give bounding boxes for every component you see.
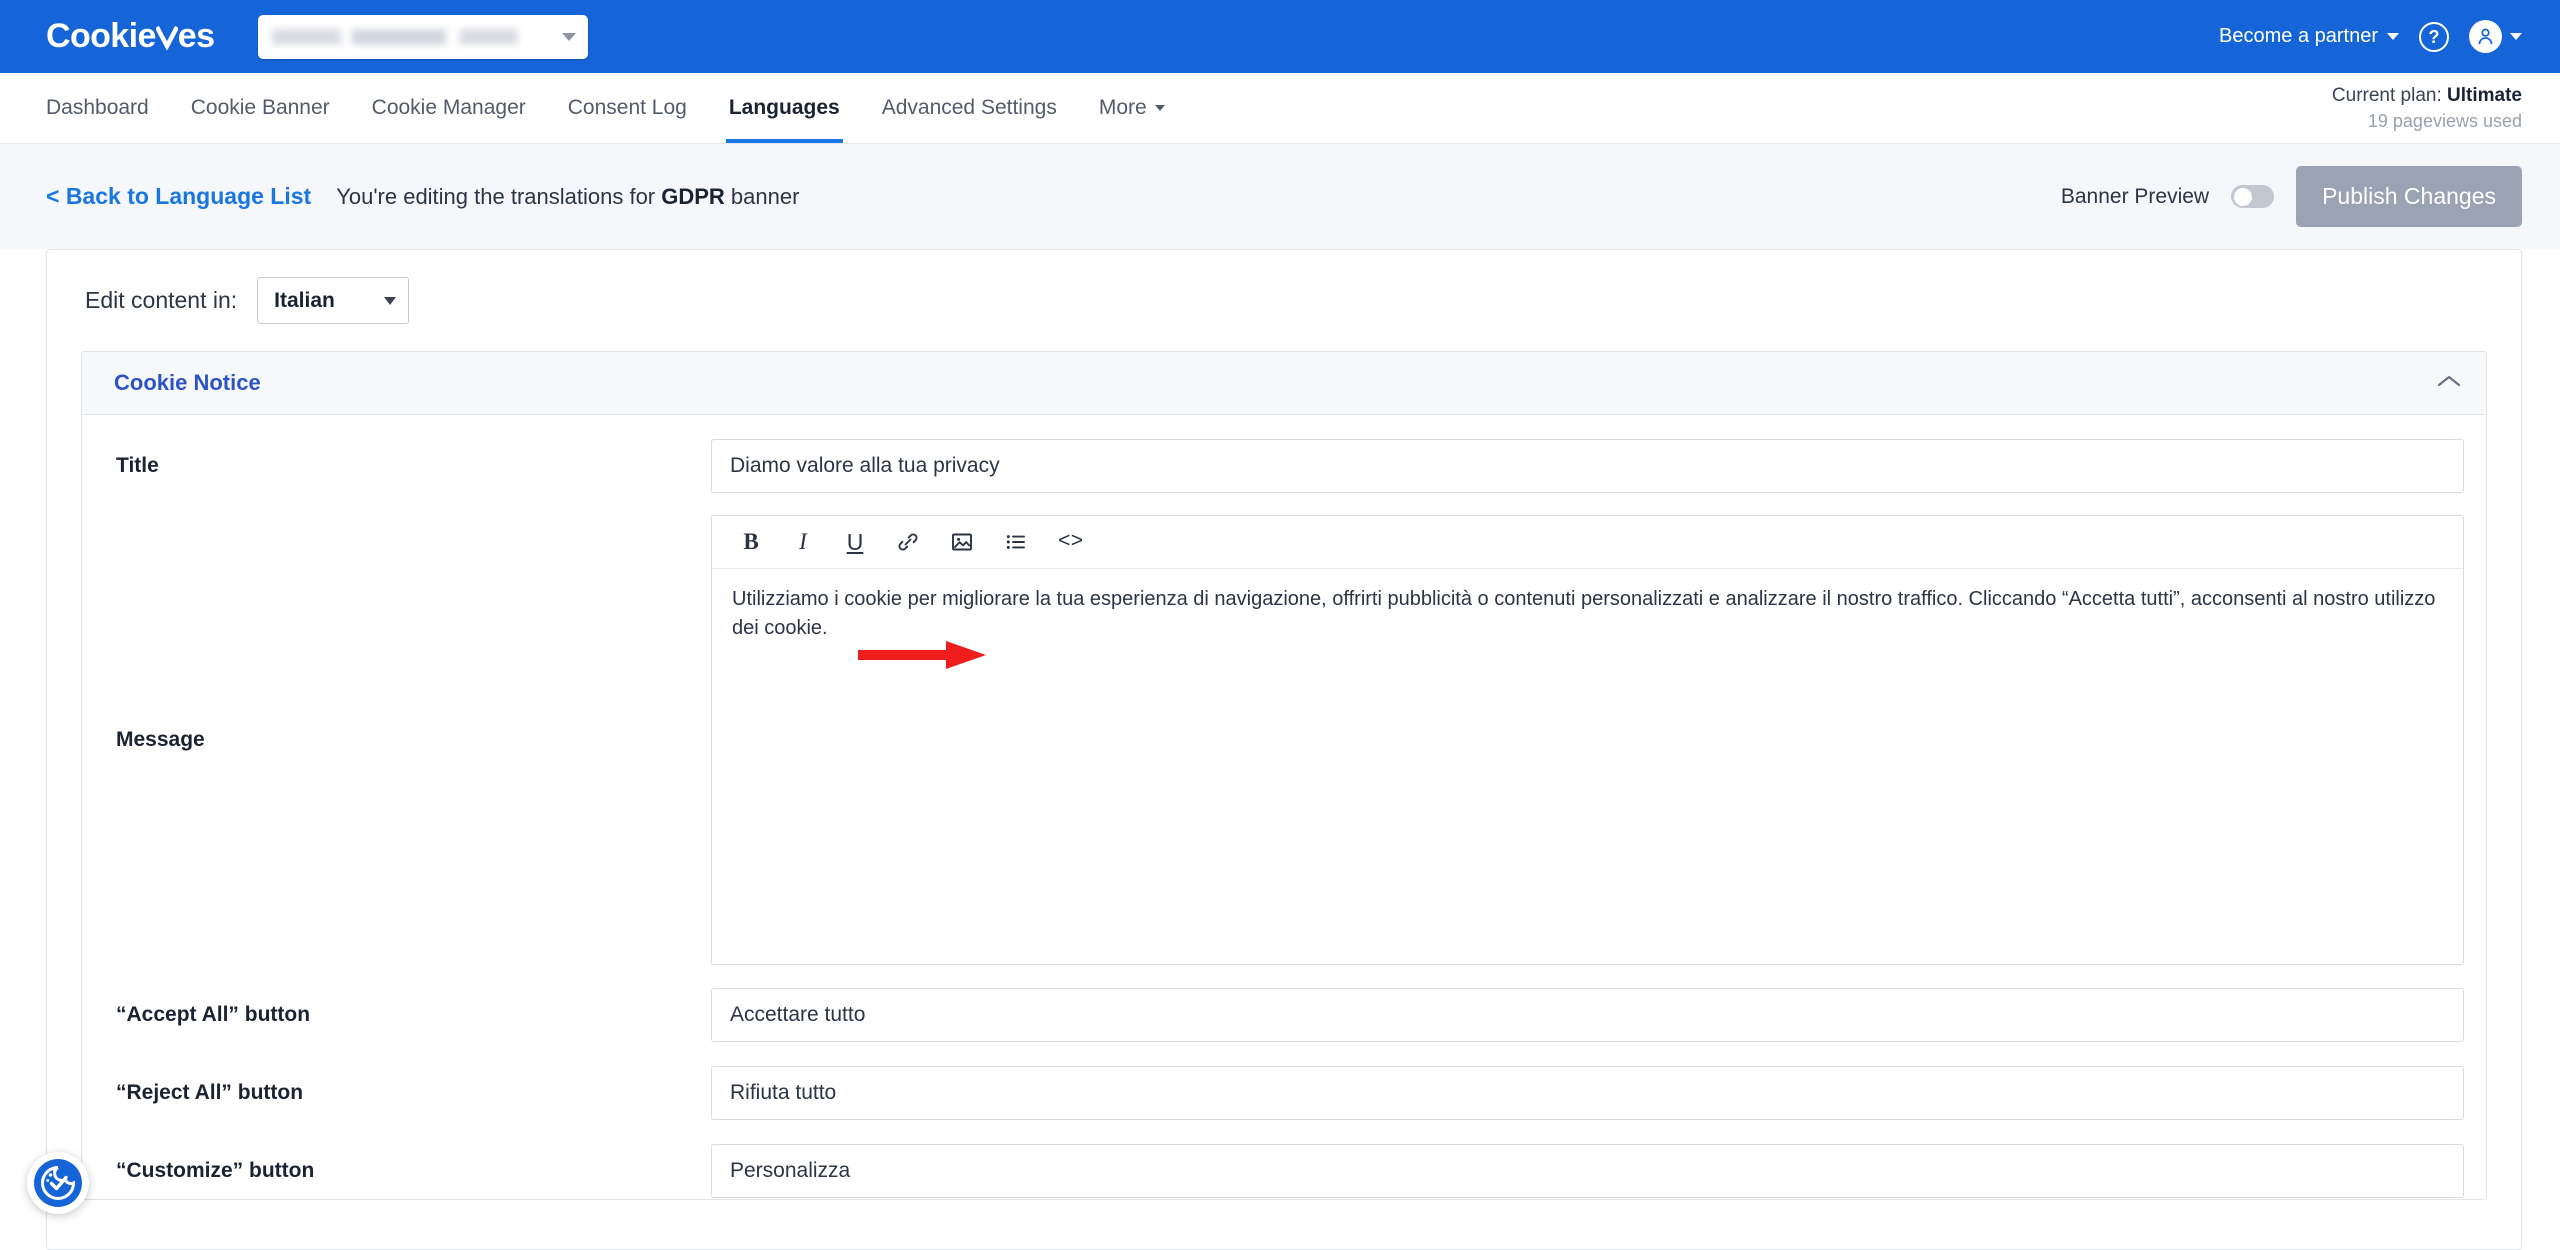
field-label-accept-all: “Accept All” button: [116, 1003, 311, 1026]
top-header-bar: Cookie es Become a partner ?: [0, 0, 2560, 73]
chevron-down-icon: [2387, 33, 2399, 40]
cookie-notice-accordion: Cookie Notice Title Message B: [81, 351, 2487, 1200]
nav-item-more[interactable]: More: [1078, 73, 1186, 143]
italic-icon[interactable]: I: [792, 527, 814, 557]
become-a-partner-label: Become a partner: [2219, 25, 2378, 47]
avatar: [2469, 20, 2502, 53]
reject-all-input[interactable]: [711, 1066, 2464, 1120]
top-header-actions: Become a partner ?: [2219, 20, 2522, 53]
field-control-customize: [711, 1144, 2464, 1198]
customize-input[interactable]: [711, 1144, 2464, 1198]
current-plan-line: Current plan: Ultimate: [2332, 83, 2522, 109]
nav-items: Dashboard Cookie Banner Cookie Manager C…: [46, 73, 1186, 143]
current-plan-info: Current plan: Ultimate 19 pageviews used: [2332, 73, 2522, 143]
cookieyes-logo[interactable]: Cookie es: [46, 17, 215, 56]
primary-nav-bar: Dashboard Cookie Banner Cookie Manager C…: [0, 73, 2560, 144]
nav-label: Languages: [728, 96, 840, 119]
cookie-notice-title: Cookie Notice: [114, 370, 261, 395]
chevron-down-icon: [2510, 33, 2522, 40]
become-a-partner-menu[interactable]: Become a partner: [2219, 25, 2399, 48]
field-control-reject-all: [711, 1066, 2464, 1120]
field-row-title: Title: [82, 437, 2486, 495]
page-body: Edit content in: Italian Cookie Notice T…: [0, 249, 2560, 1250]
caret-down-icon: [384, 296, 397, 305]
nav-item-cookie-banner[interactable]: Cookie Banner: [170, 73, 351, 143]
field-row-reject-all: “Reject All” button: [82, 1065, 2486, 1121]
nav-label: Advanced Settings: [881, 96, 1057, 119]
edit-content-row: Edit content in: Italian: [47, 250, 2521, 351]
field-label-reject-all: “Reject All” button: [116, 1081, 304, 1104]
nav-item-languages[interactable]: Languages: [708, 73, 861, 143]
editing-prefix: You're editing the translations for: [336, 183, 662, 209]
sub-header-actions: Banner Preview Publish Changes: [2061, 166, 2522, 227]
language-select-value: Italian: [274, 288, 335, 312]
message-editor-content[interactable]: Utilizziamo i cookie per migliorare la t…: [712, 569, 2463, 964]
bold-icon[interactable]: B: [740, 527, 762, 557]
field-label-message: Message: [116, 728, 205, 751]
language-select[interactable]: Italian: [257, 277, 410, 324]
logo-check-icon: [155, 20, 178, 54]
sub-header-bar: < Back to Language List You're editing t…: [0, 144, 2560, 368]
image-icon[interactable]: [950, 527, 974, 557]
caret-down-icon: [1154, 105, 1165, 111]
field-row-accept-all: “Accept All” button: [82, 987, 2486, 1043]
code-icon[interactable]: <>: [1058, 527, 1083, 557]
logo-text-cookie: Cookie: [46, 17, 156, 55]
accept-all-input[interactable]: [711, 988, 2464, 1042]
field-control-message: B I U <> Utilizziamo i cookie per miglio…: [711, 515, 2464, 965]
current-plan-name: Ultimate: [2447, 85, 2522, 107]
field-label-customize: “Customize” button: [116, 1159, 315, 1182]
field-control-accept-all: [711, 988, 2464, 1042]
nav-label: More: [1098, 96, 1147, 119]
link-icon[interactable]: [896, 527, 920, 557]
editing-banner-name: GDPR: [661, 183, 725, 209]
nav-item-cookie-manager[interactable]: Cookie Manager: [351, 73, 547, 143]
cookie-notice-accordion-header[interactable]: Cookie Notice: [82, 352, 2486, 415]
field-row-message: Message B I U <> Utilizziamo i cookie pe…: [82, 515, 2486, 965]
nav-label: Cookie Manager: [371, 96, 526, 119]
back-to-language-list-link[interactable]: < Back to Language List: [46, 183, 311, 210]
user-icon: [2478, 28, 2493, 45]
banner-preview-toggle[interactable]: [2231, 185, 2275, 208]
field-row-customize: “Customize” button: [82, 1143, 2486, 1199]
current-plan-prefix: Current plan:: [2331, 85, 2448, 107]
banner-preview-label: Banner Preview: [2060, 184, 2210, 208]
editor-toolbar: B I U <>: [712, 516, 2463, 569]
editing-suffix: banner: [724, 183, 800, 209]
nav-item-dashboard[interactable]: Dashboard: [46, 73, 170, 143]
nav-item-consent-log[interactable]: Consent Log: [547, 73, 708, 143]
help-icon[interactable]: ?: [2419, 21, 2449, 52]
logo-text-yes: es: [177, 17, 215, 55]
cookie-consent-badge[interactable]: [27, 1152, 89, 1214]
editing-context-text: You're editing the translations for GDPR…: [336, 184, 799, 210]
toggle-knob: [2234, 187, 2253, 206]
nav-label: Cookie Banner: [190, 96, 330, 119]
nav-label: Dashboard: [46, 96, 149, 119]
nav-item-advanced-settings[interactable]: Advanced Settings: [861, 73, 1078, 143]
field-control-title: [711, 439, 2464, 493]
bullet-list-icon[interactable]: [1004, 527, 1028, 557]
title-input[interactable]: [711, 439, 2464, 493]
site-selector-value: [272, 28, 549, 45]
help-glyph: ?: [2428, 26, 2440, 47]
message-rich-text-editor: B I U <> Utilizziamo i cookie per miglio…: [711, 515, 2464, 965]
pageviews-used: 19 pageviews used: [2367, 110, 2522, 131]
nav-label: Consent Log: [567, 96, 687, 119]
cookie-consent-icon: [34, 1159, 82, 1207]
field-label-title: Title: [116, 454, 159, 477]
publish-changes-button[interactable]: Publish Changes: [2296, 166, 2522, 227]
chevron-up-icon[interactable]: [2436, 373, 2462, 394]
chevron-down-icon: [562, 32, 577, 41]
edit-content-label: Edit content in:: [85, 287, 238, 313]
underline-icon[interactable]: U: [844, 527, 866, 557]
account-menu[interactable]: [2469, 20, 2522, 53]
translation-editor-card: Edit content in: Italian Cookie Notice T…: [46, 249, 2522, 1250]
site-selector-dropdown[interactable]: [258, 14, 589, 59]
